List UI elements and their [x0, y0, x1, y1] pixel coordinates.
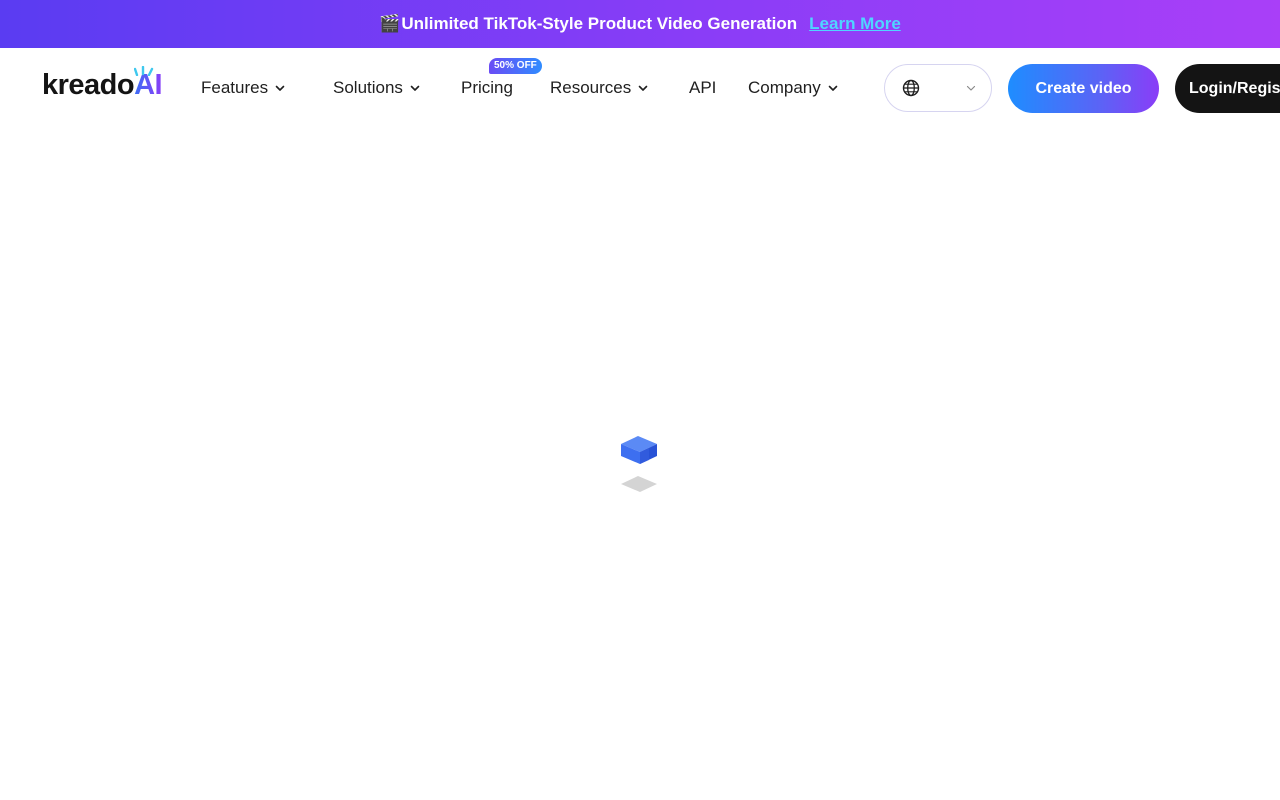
- nav-solutions-label: Solutions: [333, 78, 403, 97]
- globe-icon: [902, 79, 920, 97]
- discount-badge: 50% OFF: [489, 58, 542, 74]
- nav-company[interactable]: Company: [748, 76, 839, 100]
- learn-more-link[interactable]: Learn More: [809, 14, 901, 34]
- nav-features[interactable]: Features: [201, 76, 286, 100]
- chevron-down-icon: [275, 85, 285, 91]
- logo-spark-icon: [134, 66, 154, 76]
- promo-banner: 🎬 Unlimited TikTok-Style Product Video G…: [0, 0, 1280, 48]
- nav-api[interactable]: API: [689, 76, 716, 100]
- create-video-button[interactable]: Create video: [1008, 64, 1159, 113]
- loading-spinner-icon: [621, 436, 657, 492]
- nav-company-label: Company: [748, 78, 821, 97]
- language-select[interactable]: [884, 64, 992, 112]
- login-register-button[interactable]: Login/Register: [1175, 64, 1280, 113]
- nav-features-label: Features: [201, 78, 269, 97]
- chevron-down-icon: [966, 85, 976, 91]
- nav-resources[interactable]: Resources: [550, 76, 649, 100]
- nav-pricing[interactable]: Pricing: [461, 76, 513, 100]
- nav-resources-label: Resources: [550, 78, 632, 97]
- nav-solutions[interactable]: Solutions: [333, 76, 421, 100]
- promo-message: 🎬 Unlimited TikTok-Style Product Video G…: [379, 14, 797, 34]
- kreado-ai-logo[interactable]: kreadoAI: [42, 66, 163, 100]
- top-navigation: kreadoAI Features Solutions Pricing 50% …: [0, 48, 1280, 128]
- promo-text: Unlimited TikTok-Style Product Video Gen…: [401, 14, 798, 33]
- chevron-down-icon: [828, 85, 838, 91]
- clapperboard-icon: 🎬: [379, 14, 401, 33]
- nav-pricing-label: Pricing: [461, 78, 513, 97]
- nav-api-label: API: [689, 78, 717, 97]
- chevron-down-icon: [410, 85, 420, 91]
- chevron-down-icon: [638, 85, 648, 91]
